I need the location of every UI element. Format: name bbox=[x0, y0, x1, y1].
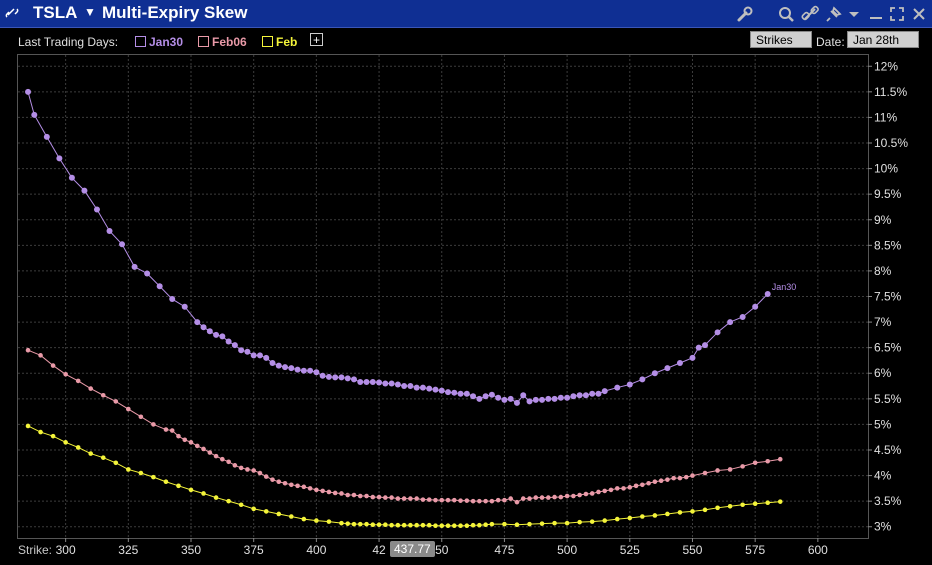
checkbox-icon[interactable] bbox=[262, 36, 273, 47]
checkbox-icon[interactable] bbox=[198, 36, 209, 47]
series-toggle-label: Feb06 bbox=[212, 35, 247, 49]
y-tick-label: 4% bbox=[874, 469, 892, 483]
y-tick-label: 6.5% bbox=[874, 341, 902, 355]
x-tick-label: 325 bbox=[118, 543, 138, 557]
checkbox-icon[interactable] bbox=[135, 36, 146, 47]
x-tick-label: 400 bbox=[306, 543, 326, 557]
x-tick-label: 300 bbox=[56, 543, 76, 557]
y-tick-label: 10.5% bbox=[874, 136, 908, 150]
date-dropdown-value: Jan 28th bbox=[853, 33, 900, 47]
chart-toolbar: Last Trading Days: Jan30 Feb06 Feb + Str… bbox=[0, 28, 932, 63]
y-tick-label: 3% bbox=[874, 520, 892, 534]
y-tick-label: 7.5% bbox=[874, 290, 902, 304]
window-title-bar: TSLA ▼ Multi-Expiry Skew bbox=[0, 0, 932, 28]
wrench-icon[interactable] bbox=[735, 4, 755, 24]
x-axis: 300 325 350 375 400 42 50 475 500 525 550 575 600 bbox=[56, 538, 828, 557]
y-tick-label: 8% bbox=[874, 264, 892, 278]
series-toggle-label: Feb bbox=[276, 35, 298, 49]
y-tick-label: 12% bbox=[874, 59, 898, 73]
symbol-label[interactable]: TSLA bbox=[33, 3, 77, 23]
close-icon[interactable] bbox=[909, 4, 929, 24]
x-tick-label: 550 bbox=[682, 543, 702, 557]
chain-link-icon[interactable] bbox=[800, 4, 820, 24]
y-tick-label: 10% bbox=[874, 162, 898, 176]
pin-icon[interactable] bbox=[824, 4, 844, 24]
y-tick-label: 5% bbox=[874, 417, 892, 431]
maximize-icon[interactable] bbox=[887, 4, 907, 24]
strikes-dropdown[interactable]: Strikes ▼ bbox=[750, 31, 812, 63]
date-dropdown[interactable]: Jan 28th ▼ bbox=[847, 31, 919, 63]
symbol-dropdown-caret-icon[interactable]: ▼ bbox=[84, 5, 96, 19]
date-label: Date: bbox=[816, 35, 845, 49]
y-tick-label: 11.5% bbox=[874, 85, 907, 99]
strikes-dropdown-value: Strikes bbox=[756, 33, 793, 47]
series-toggle-jan30[interactable]: Jan30 bbox=[135, 35, 183, 49]
y-tick-label: 7% bbox=[874, 315, 892, 329]
x-tick-label: 525 bbox=[620, 543, 640, 557]
plot-frame bbox=[17, 54, 869, 539]
y-tick-label: 3.5% bbox=[874, 494, 902, 508]
window-title: Multi-Expiry Skew bbox=[102, 3, 248, 22]
y-tick-label: 8.5% bbox=[874, 238, 902, 252]
x-tick-label: 50 bbox=[435, 543, 449, 557]
series-toggle-feb06[interactable]: Feb06 bbox=[198, 35, 247, 49]
y-tick-label: 5.5% bbox=[874, 392, 902, 406]
y-tick-label: 11% bbox=[874, 110, 897, 124]
y-tick-label: 9% bbox=[874, 213, 892, 227]
last-trading-days-label: Last Trading Days: bbox=[18, 35, 119, 49]
add-series-button[interactable]: + bbox=[310, 33, 323, 46]
crosshair-x-badge: 437.77 bbox=[390, 541, 435, 557]
x-tick-label: 475 bbox=[494, 543, 514, 557]
link-icon[interactable] bbox=[5, 6, 19, 20]
x-tick-label: 575 bbox=[745, 543, 765, 557]
minimize-icon[interactable] bbox=[866, 4, 886, 24]
y-axis: 3% 3.5% 4% 4.5% 5% 5.5% 6% 6.5% 7% 7.5% 8% 8.5% 9% 9.… bbox=[868, 59, 908, 534]
x-tick-label: 42 bbox=[372, 543, 386, 557]
x-tick-label: 600 bbox=[808, 543, 828, 557]
x-tick-label: 375 bbox=[244, 543, 264, 557]
series-toggle-label: Jan30 bbox=[149, 35, 184, 49]
y-tick-label: 9.5% bbox=[874, 187, 902, 201]
series-toggle-feb[interactable]: Feb bbox=[262, 35, 297, 49]
x-tick-label: 350 bbox=[181, 543, 201, 557]
pin-menu-caret-icon[interactable] bbox=[844, 4, 864, 24]
search-people-icon[interactable] bbox=[776, 4, 796, 24]
y-tick-label: 4.5% bbox=[874, 443, 902, 457]
x-axis-label: Strike: bbox=[18, 543, 53, 557]
x-tick-label: 500 bbox=[557, 543, 577, 557]
y-tick-label: 6% bbox=[874, 366, 892, 380]
